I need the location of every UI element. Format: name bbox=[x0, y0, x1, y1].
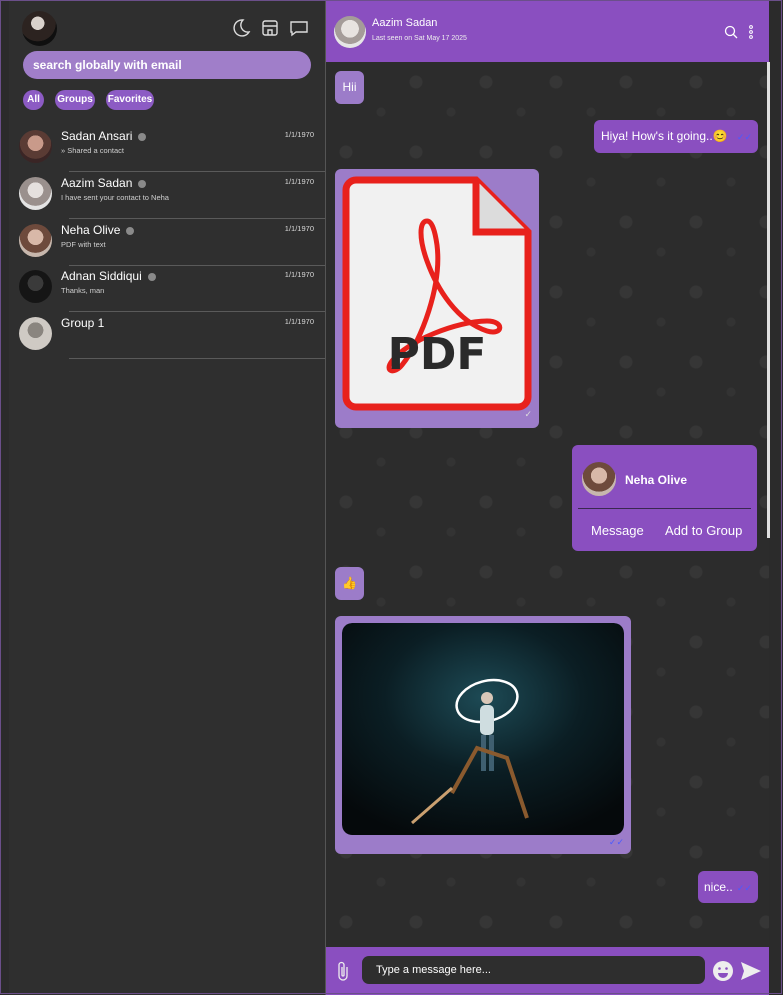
theme-moon-icon[interactable] bbox=[231, 18, 251, 38]
message-outgoing[interactable]: Hiya! How's it going..😊 ✓✓ bbox=[594, 120, 758, 153]
last-seen: Last seen on Sat May 17 2025 bbox=[372, 35, 467, 42]
divider bbox=[69, 358, 325, 359]
contact-preview: PDF with text bbox=[61, 240, 106, 249]
divider bbox=[69, 171, 325, 172]
contact-avatar bbox=[19, 224, 52, 257]
message-input[interactable]: Type a message here... bbox=[362, 956, 705, 984]
read-receipt-icon: ✓✓ bbox=[736, 132, 752, 142]
contact-item[interactable]: Group 1 1/1/1970 bbox=[9, 313, 325, 359]
filter-all[interactable]: All bbox=[23, 90, 44, 110]
chat-scrollbar[interactable] bbox=[767, 62, 770, 538]
store-icon[interactable] bbox=[260, 18, 280, 38]
shared-contact-card: Neha Olive Message Add to Group bbox=[572, 445, 757, 551]
chat-avatar[interactable] bbox=[334, 16, 366, 48]
contact-avatar bbox=[19, 130, 52, 163]
chat-panel: Aazim Sadan Last seen on Sat May 17 2025… bbox=[326, 0, 769, 995]
filter-favorites[interactable]: Favorites bbox=[106, 90, 154, 110]
contact-card-name: Neha Olive bbox=[625, 473, 688, 487]
contact-name: Aazim Sadan bbox=[61, 176, 133, 190]
filter-groups[interactable]: Groups bbox=[55, 90, 95, 110]
contact-preview: I have sent your contact to Neha bbox=[61, 193, 169, 202]
contact-avatar bbox=[19, 270, 52, 303]
message-incoming[interactable]: 👍 bbox=[335, 567, 364, 600]
contact-date: 1/1/1970 bbox=[284, 130, 314, 139]
image-message[interactable]: ✓✓ bbox=[335, 616, 631, 854]
emoji-icon[interactable] bbox=[712, 960, 734, 982]
contact-avatar bbox=[19, 177, 52, 210]
add-to-group-button[interactable]: Add to Group bbox=[665, 523, 742, 538]
sidebar: search globally with email All Groups Fa… bbox=[9, 0, 326, 995]
contact-date: 1/1/1970 bbox=[284, 317, 314, 326]
contact-name: Group 1 bbox=[61, 316, 105, 330]
chat-header: Aazim Sadan Last seen on Sat May 17 2025 bbox=[326, 0, 769, 62]
global-search-input[interactable]: search globally with email bbox=[23, 51, 311, 79]
sent-tick-icon: ✓ bbox=[524, 409, 532, 419]
contact-date: 1/1/1970 bbox=[284, 177, 314, 186]
contact-item[interactable]: Neha Olive PDF with text 1/1/1970 bbox=[9, 220, 325, 266]
contact-preview: » Shared a contact bbox=[61, 146, 124, 155]
message-list[interactable]: Hii Hiya! How's it going..😊 ✓✓ PDF ✓ Neh… bbox=[326, 62, 769, 947]
status-dot bbox=[126, 226, 135, 235]
read-receipt-icon: ✓✓ bbox=[608, 837, 624, 847]
more-options-icon[interactable] bbox=[747, 25, 755, 39]
status-dot bbox=[147, 272, 156, 281]
message-contact-button[interactable]: Message bbox=[591, 523, 644, 538]
contact-item[interactable]: Aazim Sadan I have sent your contact to … bbox=[9, 173, 325, 219]
contact-name: Sadan Ansari bbox=[61, 129, 133, 143]
profile-avatar[interactable] bbox=[22, 11, 57, 46]
divider bbox=[578, 508, 751, 509]
contact-item[interactable]: Adnan Siddiqui Thanks, man 1/1/1970 bbox=[9, 266, 325, 312]
photo[interactable] bbox=[342, 623, 624, 835]
new-chat-icon[interactable] bbox=[289, 18, 309, 38]
status-dot bbox=[138, 132, 147, 141]
message-incoming[interactable]: Hii bbox=[335, 71, 364, 104]
contact-avatar bbox=[582, 462, 616, 496]
contact-date: 1/1/1970 bbox=[284, 270, 314, 279]
contact-date: 1/1/1970 bbox=[284, 224, 314, 233]
pdf-message[interactable]: PDF ✓ bbox=[335, 169, 539, 428]
message-text: Hiya! How's it going..😊 bbox=[601, 129, 728, 143]
send-icon[interactable] bbox=[740, 961, 762, 981]
attachment-paperclip-icon[interactable] bbox=[336, 961, 350, 981]
contact-item[interactable]: Sadan Ansari » Shared a contact 1/1/1970 bbox=[9, 126, 325, 172]
divider bbox=[69, 311, 325, 312]
message-outgoing[interactable]: nice.. ✓✓ bbox=[698, 871, 758, 903]
contact-preview: Thanks, man bbox=[61, 286, 105, 295]
contact-name: Neha Olive bbox=[61, 223, 121, 237]
message-text: nice.. bbox=[704, 880, 733, 894]
read-receipt-icon: ✓✓ bbox=[736, 883, 752, 893]
pdf-label: PDF bbox=[387, 329, 487, 380]
message-composer: Type a message here... bbox=[326, 947, 769, 995]
status-dot bbox=[138, 179, 147, 188]
divider bbox=[69, 218, 325, 219]
contact-avatar bbox=[19, 317, 52, 350]
contact-name: Adnan Siddiqui bbox=[61, 269, 142, 283]
search-icon[interactable] bbox=[724, 25, 738, 39]
chat-title[interactable]: Aazim Sadan bbox=[372, 17, 437, 29]
